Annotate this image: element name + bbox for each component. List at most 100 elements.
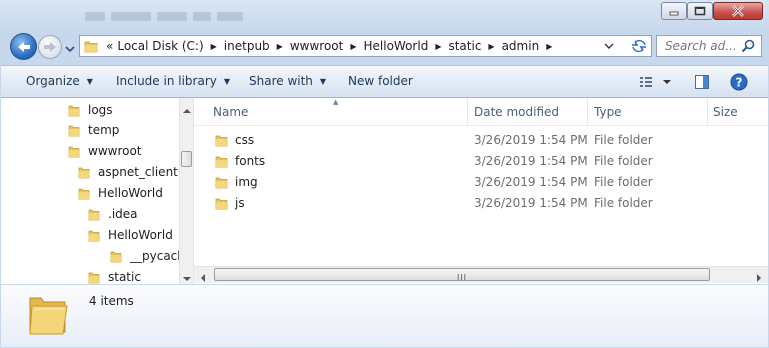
svg-text:?: ? — [736, 76, 743, 90]
tree-item-label: aspnet_client — [98, 165, 178, 179]
column-name[interactable]: Name — [213, 105, 248, 119]
column-date-modified[interactable]: Date modified — [474, 105, 559, 119]
large-folder-icon — [27, 292, 69, 339]
recent-pages-button[interactable] — [65, 42, 75, 56]
tree-item-wwwroot[interactable]: wwwroot — [68, 141, 142, 161]
breadcrumb-item[interactable]: admin — [500, 36, 542, 56]
folder-icon — [215, 134, 228, 150]
help-button[interactable]: ? — [730, 73, 748, 94]
chevron-down-icon — [65, 46, 75, 53]
navigation-pane: logs temp wwwroot aspnet_client HelloWor… — [1, 98, 179, 284]
include-in-library-menu[interactable]: Include in library ▼ — [116, 74, 230, 88]
back-arrow-icon — [17, 41, 30, 52]
forward-button[interactable] — [38, 35, 62, 59]
close-button[interactable] — [713, 2, 763, 20]
view-options-button[interactable] — [639, 76, 675, 91]
breadcrumb-separator[interactable]: ▶ — [350, 42, 356, 51]
maximize-button[interactable] — [687, 2, 713, 20]
sort-ascending-icon: ▲ — [333, 98, 339, 106]
tree-item-label: .idea — [108, 207, 138, 221]
caret-down-icon: ▼ — [223, 76, 231, 86]
file-row[interactable]: fonts 3/26/2019 1:54 PM File folder — [194, 151, 768, 172]
share-with-menu[interactable]: Share with ▼ — [249, 74, 326, 88]
breadcrumb-separator[interactable]: ▶ — [546, 42, 552, 51]
breadcrumb-separator[interactable]: ▶ — [488, 42, 494, 51]
help-icon: ? — [730, 73, 748, 91]
file-name: img — [235, 175, 258, 189]
breadcrumb-item[interactable]: Local Disk (C:) — [115, 36, 205, 56]
column-divider[interactable] — [587, 98, 588, 125]
column-divider[interactable] — [467, 98, 468, 125]
file-type: File folder — [594, 175, 653, 189]
tree-item-idea[interactable]: .idea — [88, 204, 138, 224]
forward-arrow-icon — [44, 42, 56, 52]
file-list-scrollbar[interactable]: III — [194, 266, 768, 283]
tree-item-helloworld-inner[interactable]: HelloWorld — [88, 225, 173, 245]
folder-icon — [78, 187, 90, 200]
tree-item-logs[interactable]: logs — [68, 100, 113, 120]
breadcrumb-separator[interactable]: ▶ — [277, 42, 283, 51]
address-bar[interactable]: « Local Disk (C:) ▶ inetpub ▶ wwwroot ▶ … — [79, 35, 652, 57]
command-bar: Organize ▼ Include in library ▼ Share with… — [1, 65, 768, 98]
back-button[interactable] — [10, 33, 37, 60]
breadcrumb-item[interactable]: static — [446, 36, 483, 56]
address-dropdown-button[interactable] — [604, 40, 614, 55]
tree-item-helloworld[interactable]: HelloWorld — [78, 183, 163, 203]
search-box[interactable] — [656, 35, 762, 57]
tree-item-pycache[interactable]: __pycache_ — [110, 246, 179, 266]
breadcrumb-separator[interactable]: ▶ — [211, 42, 217, 51]
file-date: 3/26/2019 1:54 PM — [474, 154, 588, 168]
file-date: 3/26/2019 1:54 PM — [474, 175, 588, 189]
breadcrumb-separator[interactable]: ▶ — [435, 42, 441, 51]
share-with-label: Share with — [249, 74, 313, 88]
breadcrumb-overflow[interactable]: « — [104, 36, 115, 56]
new-folder-button[interactable]: New folder — [348, 74, 413, 88]
scroll-left-arrow[interactable] — [200, 271, 206, 285]
view-options-icon — [640, 77, 671, 87]
column-size[interactable]: Size — [713, 105, 738, 119]
file-type: File folder — [594, 133, 653, 147]
navigation-pane-scrollbar[interactable] — [179, 98, 194, 284]
scroll-up-arrow[interactable] — [183, 103, 191, 117]
tree-item-temp[interactable]: temp — [68, 120, 119, 140]
search-icon[interactable] — [741, 39, 755, 56]
breadcrumb-item[interactable]: wwwroot — [288, 36, 346, 56]
file-date: 3/26/2019 1:54 PM — [474, 133, 588, 147]
breadcrumb-item[interactable]: inetpub — [222, 36, 272, 56]
preview-pane-button[interactable] — [694, 74, 710, 93]
scroll-down-arrow[interactable] — [183, 271, 191, 285]
folder-icon — [110, 250, 122, 263]
scroll-thumb[interactable]: III — [214, 268, 710, 282]
content-area: logs temp wwwroot aspnet_client HelloWor… — [1, 98, 768, 284]
explorer-window: « Local Disk (C:) ▶ inetpub ▶ wwwroot ▶ … — [0, 0, 769, 348]
tree-item-label: HelloWorld — [108, 228, 173, 242]
file-row[interactable]: img 3/26/2019 1:54 PM File folder — [194, 172, 768, 193]
tree-item-label: logs — [88, 103, 113, 117]
refresh-button[interactable] — [630, 39, 648, 56]
minimize-button[interactable] — [661, 2, 687, 20]
preview-pane-icon — [695, 75, 709, 89]
organize-menu[interactable]: Organize ▼ — [26, 74, 93, 88]
tree-item-label: static — [108, 270, 141, 284]
details-pane: 4 items — [1, 284, 768, 347]
maximize-icon — [694, 6, 706, 16]
file-name: fonts — [235, 154, 266, 168]
tree-item-static[interactable]: static — [88, 267, 141, 284]
column-divider[interactable] — [707, 98, 708, 125]
file-date: 3/26/2019 1:54 PM — [474, 196, 588, 210]
refresh-icon — [632, 39, 646, 53]
search-input[interactable] — [657, 36, 745, 56]
tree-item-aspnet-client[interactable]: aspnet_client — [78, 162, 178, 182]
scroll-thumb[interactable] — [181, 151, 192, 167]
folder-icon — [78, 166, 90, 179]
file-row[interactable]: js 3/26/2019 1:54 PM File folder — [194, 193, 768, 214]
tree-item-label: temp — [88, 123, 120, 137]
folder-icon — [88, 229, 100, 242]
column-type[interactable]: Type — [594, 105, 622, 119]
breadcrumb-item[interactable]: HelloWorld — [362, 36, 431, 56]
scroll-right-arrow[interactable] — [756, 271, 762, 285]
folder-icon — [215, 197, 228, 213]
file-row[interactable]: css 3/26/2019 1:54 PM File folder — [194, 130, 768, 151]
close-icon — [732, 5, 744, 17]
file-name: js — [235, 196, 245, 210]
